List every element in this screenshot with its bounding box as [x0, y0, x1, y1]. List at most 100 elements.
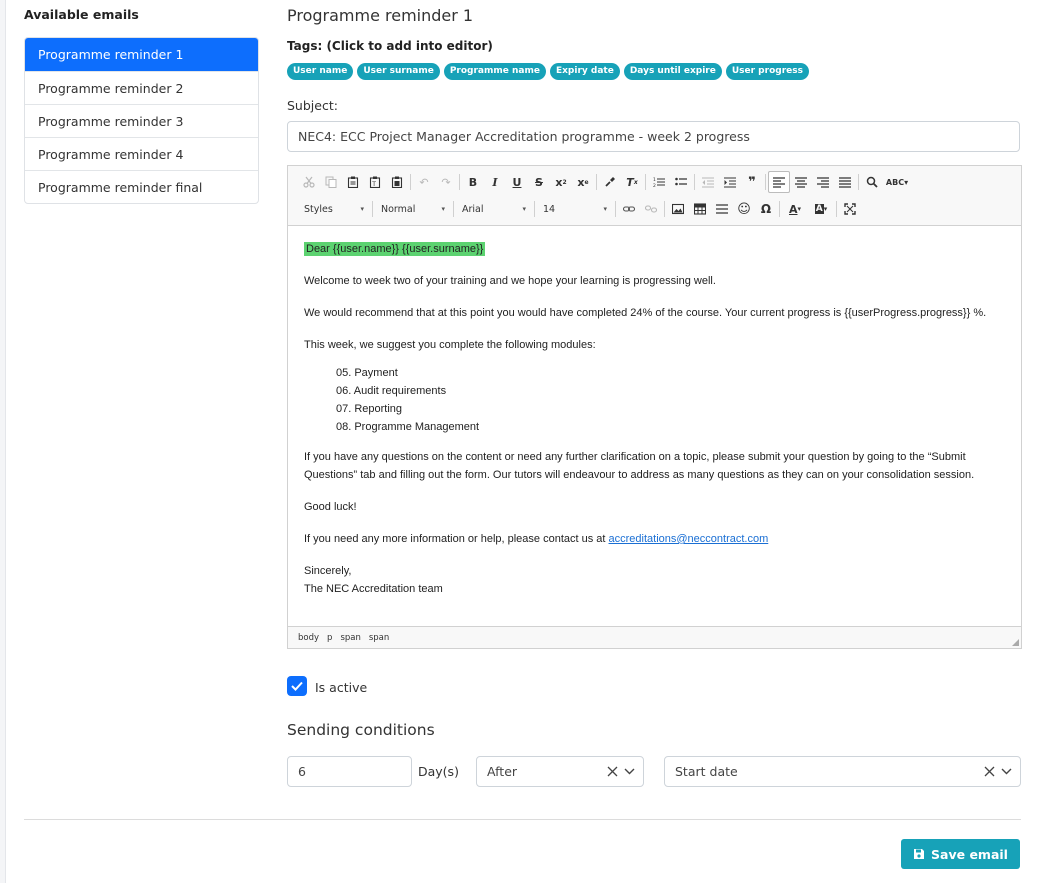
toolbar-separator [765, 174, 766, 190]
is-active-checkbox[interactable] [287, 676, 307, 696]
toolbar-separator [410, 174, 411, 190]
path-body[interactable]: body [298, 633, 319, 643]
svg-text:1: 1 [653, 177, 656, 183]
bulleted-list-icon[interactable] [670, 171, 692, 193]
subscript-icon[interactable]: x2 [550, 171, 572, 193]
toolbar-row-2: Styles ▾ Normal ▾ Arial ▾ 14 ▾ ☺ Ω A ▾ A… [298, 198, 861, 220]
maximize-icon[interactable] [839, 198, 861, 220]
tag-expiry-date[interactable]: Expiry date [549, 63, 620, 80]
tag-user-name[interactable]: User name [287, 63, 354, 80]
numbered-list-icon[interactable]: 12 [648, 171, 670, 193]
signature-line-1: Sincerely, [304, 565, 352, 577]
email-item-reminder-3[interactable]: Programme reminder 3 [25, 104, 258, 137]
spellcheck-icon[interactable]: ABC▾ [883, 171, 911, 193]
outdent-icon[interactable] [697, 171, 719, 193]
copy-format-icon[interactable] [599, 171, 621, 193]
relation-select[interactable]: After [476, 756, 644, 787]
footer-divider [24, 819, 1021, 820]
editor-content[interactable]: Dear {{user.name}} {{user.surname}} Welc… [304, 240, 1009, 612]
svg-text:T: T [371, 181, 376, 188]
styles-dropdown[interactable]: Styles ▾ [298, 198, 370, 220]
remove-format-icon[interactable]: Tx [621, 171, 643, 193]
link-icon[interactable] [618, 198, 640, 220]
paste-icon[interactable] [342, 171, 364, 193]
email-item-reminder-4[interactable]: Programme reminder 4 [25, 137, 258, 170]
email-list: Programme reminder 1 Programme reminder … [24, 37, 259, 204]
resize-handle-icon[interactable] [1012, 639, 1019, 646]
days-input[interactable] [287, 756, 412, 787]
image-icon[interactable] [667, 198, 689, 220]
align-left-icon[interactable] [768, 171, 790, 193]
chevron-down-icon[interactable] [624, 768, 635, 775]
horizontal-line-icon[interactable] [711, 198, 733, 220]
element-path-bar: body p span span [288, 626, 1021, 648]
event-select[interactable]: Start date [664, 756, 1021, 787]
chevron-down-icon: ▾ [603, 205, 607, 213]
smiley-icon[interactable]: ☺ [733, 198, 755, 220]
checkmark-icon [291, 681, 303, 691]
page-title: Programme reminder 1 [287, 6, 474, 25]
align-right-icon[interactable] [812, 171, 834, 193]
special-char-icon[interactable]: Ω [755, 198, 777, 220]
font-size-dropdown-label: 14 [543, 203, 556, 215]
align-justify-icon[interactable] [834, 171, 856, 193]
paste-text-icon[interactable]: T [364, 171, 386, 193]
unlink-icon[interactable] [640, 198, 662, 220]
toolbar-separator [372, 201, 373, 217]
days-label: Day(s) [418, 764, 459, 779]
redo-icon[interactable]: ↷ [435, 171, 457, 193]
cut-icon[interactable] [298, 171, 320, 193]
strikethrough-icon[interactable]: S [528, 171, 550, 193]
indent-icon[interactable] [719, 171, 741, 193]
format-dropdown-label: Normal [381, 203, 416, 215]
path-span-2[interactable]: span [369, 633, 389, 643]
toolbar-row-1: T ↶ ↷ B I U S x2 xe Tx 12 ❞ ABC▾ [298, 171, 911, 193]
email-item-reminder-1[interactable]: Programme reminder 1 [25, 38, 258, 71]
table-icon[interactable] [689, 198, 711, 220]
undo-icon[interactable]: ↶ [413, 171, 435, 193]
clear-icon[interactable] [984, 766, 995, 777]
chevron-down-icon[interactable] [1001, 768, 1012, 775]
tag-days-until-expire[interactable]: Days until expire [623, 63, 722, 80]
toolbar-separator [664, 201, 665, 217]
copy-icon[interactable] [320, 171, 342, 193]
chevron-down-icon: ▾ [360, 205, 364, 213]
underline-icon[interactable]: U [506, 171, 528, 193]
path-p[interactable]: p [327, 633, 332, 643]
module-item: 05. Payment [336, 367, 398, 379]
bold-icon[interactable]: B [462, 171, 484, 193]
available-emails-heading: Available emails [24, 7, 139, 22]
toolbar-separator [459, 174, 460, 190]
paste-word-icon[interactable] [386, 171, 408, 193]
align-center-icon[interactable] [790, 171, 812, 193]
background-color-icon[interactable]: A ▾ [808, 198, 834, 220]
paragraph-modules-intro: This week, we suggest you complete the f… [304, 339, 596, 351]
subject-input[interactable] [287, 121, 1020, 152]
save-email-button[interactable]: Save email [901, 839, 1020, 869]
event-select-value: Start date [675, 764, 738, 779]
text-color-icon[interactable]: A ▾ [782, 198, 808, 220]
paragraph-welcome: Welcome to week two of your training and… [304, 275, 716, 287]
tag-user-surname[interactable]: User surname [357, 63, 440, 80]
email-item-reminder-final[interactable]: Programme reminder final [25, 170, 258, 203]
font-dropdown[interactable]: Arial ▾ [456, 198, 532, 220]
superscript-icon[interactable]: xe [572, 171, 594, 193]
email-item-reminder-2[interactable]: Programme reminder 2 [25, 71, 258, 104]
paragraph-questions: If you have any questions on the content… [304, 451, 975, 481]
contact-email-link[interactable]: accreditations@neccontract.com [609, 533, 769, 545]
save-email-label: Save email [931, 846, 1008, 862]
tag-programme-name[interactable]: Programme name [443, 63, 546, 80]
clear-icon[interactable] [607, 766, 618, 777]
module-item: 06. Audit requirements [336, 385, 447, 397]
blockquote-icon[interactable]: ❞ [741, 171, 763, 193]
tag-list: User name User surname Programme name Ex… [287, 63, 809, 80]
module-item: 07. Reporting [336, 403, 403, 415]
format-dropdown[interactable]: Normal ▾ [375, 198, 451, 220]
path-span[interactable]: span [340, 633, 360, 643]
tag-user-progress[interactable]: User progress [725, 63, 809, 80]
font-size-dropdown[interactable]: 14 ▾ [537, 198, 613, 220]
find-icon[interactable] [861, 171, 883, 193]
toolbar-separator [534, 201, 535, 217]
italic-icon[interactable]: I [484, 171, 506, 193]
signature-line-2: The NEC Accreditation team [304, 583, 443, 595]
